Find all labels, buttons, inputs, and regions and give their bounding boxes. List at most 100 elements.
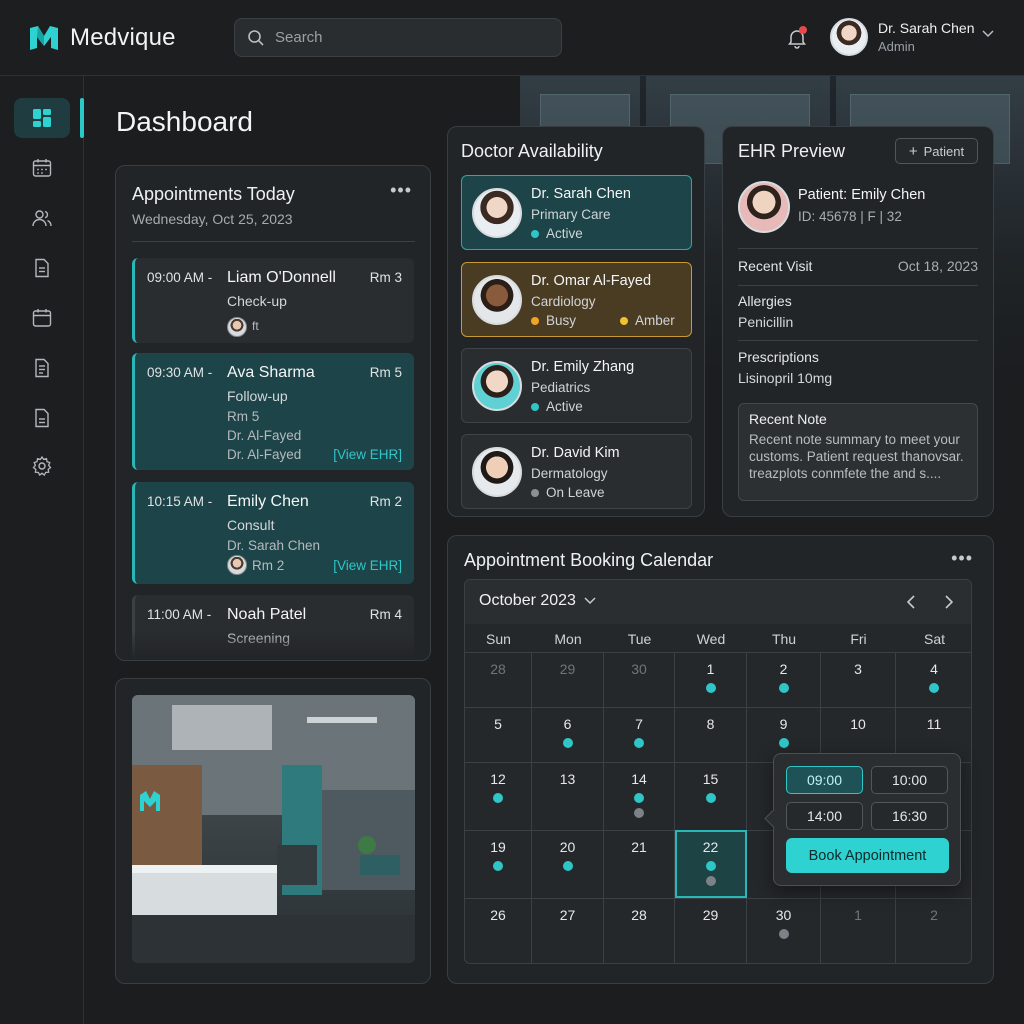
calendar-day[interactable]: 19 <box>465 830 532 898</box>
time-slot[interactable]: 09:00 <box>786 766 863 794</box>
app-name: Medvique <box>70 24 176 51</box>
search-input[interactable] <box>275 29 545 46</box>
calendar-day[interactable]: 2 <box>747 652 821 707</box>
document-icon <box>35 258 49 278</box>
sidebar-item-schedule[interactable] <box>14 148 70 188</box>
appointment-dot <box>493 793 503 803</box>
calendar-day[interactable]: 21 <box>604 830 675 898</box>
calendar-day[interactable]: 5 <box>465 707 532 762</box>
appointments-card: Appointments Today ••• Wednesday, Oct 25… <box>115 165 431 661</box>
view-ehr-link[interactable]: [View EHR] <box>333 558 402 573</box>
sidebar-item-settings[interactable] <box>14 446 70 486</box>
day-number: 30 <box>631 661 647 677</box>
calendar-day[interactable]: 29 <box>675 898 747 963</box>
sidebar-item-notes[interactable] <box>14 348 70 388</box>
more-options-icon[interactable]: ••• <box>390 180 412 201</box>
day-number: 8 <box>706 716 715 732</box>
month-selector[interactable]: October 2023 <box>479 592 596 610</box>
recent-note-text: Recent note summary to meet your customs… <box>749 432 964 481</box>
doctor-item[interactable]: Dr. David Kim Dermatology On Leave <box>461 434 692 509</box>
day-number: 11 <box>926 716 942 732</box>
day-number: 29 <box>702 907 719 923</box>
status-label: Busy <box>546 313 577 328</box>
avatar <box>472 188 522 238</box>
calendar-day[interactable]: 13 <box>532 762 604 830</box>
user-menu[interactable]: Dr. Sarah Chen Admin <box>830 18 1000 56</box>
page-title: Dashboard <box>116 106 253 137</box>
calendar-day[interactable]: 1 <box>675 652 747 707</box>
doctor-item[interactable]: Dr. Emily Zhang Pediatrics Active <box>461 348 692 423</box>
avatar <box>227 555 247 575</box>
clinic-image-card <box>115 678 431 984</box>
calendar-day-selected[interactable]: 22 <box>675 830 747 898</box>
appointment-room: Rm 4 <box>369 607 402 622</box>
doctor-item[interactable]: Dr. Omar Al-Fayed Cardiology Busy Amber <box>461 262 692 337</box>
avatar <box>738 181 790 233</box>
calendar-icon <box>32 309 52 327</box>
doctor-status: Busy <box>531 313 576 328</box>
chevron-down-icon[interactable] <box>982 30 994 38</box>
day-number: 26 <box>490 907 506 923</box>
book-appointment-button[interactable]: Book Appointment <box>786 838 949 873</box>
weekday-label: Mon <box>554 631 582 647</box>
calendar-day[interactable]: 28 <box>465 652 532 707</box>
calendar-day[interactable]: 8 <box>675 707 747 762</box>
sidebar-item-reports[interactable] <box>14 398 70 438</box>
next-month-button[interactable] <box>939 592 959 612</box>
top-bar: Medvique Dr. Sarah Chen Admin <box>0 0 1024 76</box>
weekday-label: Tue <box>627 631 652 647</box>
divider <box>738 340 978 341</box>
time-slot[interactable]: 10:00 <box>871 766 948 794</box>
calendar-title: Appointment Booking Calendar <box>464 550 714 570</box>
calendar-day[interactable]: 15 <box>675 762 747 830</box>
doctor-specialty: Primary Care <box>531 207 611 222</box>
weekday-label: Sat <box>923 631 945 647</box>
time-slot[interactable]: 16:30 <box>871 802 948 830</box>
day-number: 7 <box>635 716 643 732</box>
logo[interactable]: Medvique <box>28 22 176 54</box>
calendar-day[interactable]: 27 <box>532 898 604 963</box>
recent-note[interactable]: Recent Note Recent note summary to meet … <box>738 403 978 501</box>
doctor-availability-card: Doctor Availability Dr. Sarah Chen Prima… <box>447 126 705 517</box>
appointments-title: Appointments Today <box>132 184 295 204</box>
doctor-name: Dr. Sarah Chen <box>531 186 631 202</box>
prev-month-button[interactable] <box>901 592 921 612</box>
calendar-day[interactable]: 20 <box>532 830 604 898</box>
doctor-specialty: Pediatrics <box>531 380 591 395</box>
sidebar-item-patients[interactable] <box>14 198 70 238</box>
avatar <box>227 317 247 337</box>
sidebar-item-calendar[interactable] <box>14 298 70 338</box>
notification-badge <box>799 26 807 34</box>
sidebar-item-records[interactable] <box>14 248 70 288</box>
day-number: 29 <box>559 661 576 677</box>
calendar-day[interactable]: 26 <box>465 898 532 963</box>
search-box[interactable] <box>234 18 562 57</box>
more-options-icon[interactable]: ••• <box>951 548 973 569</box>
appointment-patient: Noah Patel <box>227 606 307 623</box>
calendar-day[interactable]: 30 <box>604 652 675 707</box>
appointment-item[interactable]: 09:00 AM - Liam O'Donnell Rm 3 Check-up … <box>132 258 414 343</box>
view-ehr-link[interactable]: [View EHR] <box>333 447 402 462</box>
calendar-day[interactable]: 14 <box>604 762 675 830</box>
calendar-day[interactable]: 3 <box>821 652 896 707</box>
weekday-label: Sun <box>486 631 511 647</box>
calendar-day[interactable]: 7 <box>604 707 675 762</box>
ehr-patient-meta: ID: 45678 | F | 32 <box>798 209 902 224</box>
calendar-day[interactable]: 4 <box>896 652 971 707</box>
appointment-item[interactable]: 10:15 AM - Emily Chen Rm 2 Consult Dr. S… <box>132 482 414 584</box>
calendar-day[interactable]: 2 <box>896 898 971 963</box>
doctor-item[interactable]: Dr. Sarah Chen Primary Care Active <box>461 175 692 250</box>
calendar-day[interactable]: 12 <box>465 762 532 830</box>
users-icon <box>32 210 52 227</box>
add-patient-button[interactable]: + Patient <box>895 138 978 164</box>
appointment-item[interactable]: 09:30 AM - Ava Sharma Rm 5 Follow-up Rm … <box>132 353 414 470</box>
time-slot[interactable]: 14:00 <box>786 802 863 830</box>
calendar-day[interactable]: 30 <box>747 898 821 963</box>
sidebar-item-dashboard[interactable] <box>14 98 70 138</box>
calendar-day[interactable]: 29 <box>532 652 604 707</box>
allergies-value: Penicillin <box>738 314 794 330</box>
day-number: 12 <box>490 771 506 787</box>
calendar-day[interactable]: 6 <box>532 707 604 762</box>
calendar-day[interactable]: 28 <box>604 898 675 963</box>
calendar-day[interactable]: 1 <box>821 898 896 963</box>
